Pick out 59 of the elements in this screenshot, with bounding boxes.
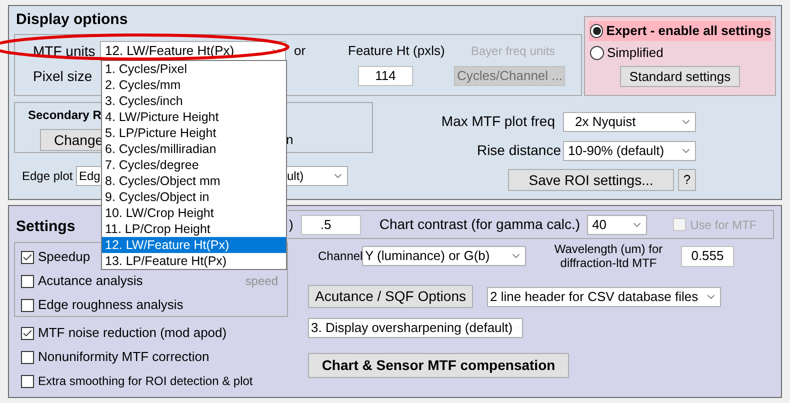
max-freq-select[interactable]: 2x Nyquist [563,112,696,132]
checkbox[interactable] [21,298,34,312]
field-label: Pixel size [33,66,94,86]
partial-text: speed [245,273,278,290]
dropdown-option[interactable]: 3. Cycles/inch [102,93,286,109]
dropdown-option[interactable]: 1. Cycles/Pixel [102,61,286,77]
dropdown-option[interactable]: 10. LW/Crop Height [102,205,286,221]
checkbox-label: Use for MTF [690,216,757,234]
dropdown-option[interactable]: 8. Cycles/Object mm [102,173,286,189]
dropdown-option[interactable]: 2. Cycles/mm [102,77,286,93]
dropdown-option[interactable]: 12. LW/Feature Ht(Px) [102,237,286,253]
chart-contrast-select[interactable]: 40 [587,214,648,234]
oversharpening-select[interactable]: 3. Display oversharpening (default) [308,318,523,338]
threshold-input[interactable]: .5 [301,214,362,234]
rise-distance-select[interactable]: 10-90% (default) [563,140,696,160]
field-label: Wavelength (um) for diffraction-ltd MTF [553,242,664,270]
field-label: Edge plot [22,168,74,185]
field-label: Chart contrast (for gamma calc.) [379,215,580,234]
dropdown-option[interactable]: 9. Cycles/Object in [102,189,286,205]
field-label: Feature Ht (pxls) [348,42,446,60]
channel-select[interactable]: Y (luminance) or G(b) [362,246,526,266]
dropdown-option[interactable]: 11. LP/Crop Height [102,221,286,237]
standard-settings-button[interactable]: Standard settings [620,66,740,87]
partial-text: n [286,131,294,150]
change-button[interactable]: Change [40,129,101,151]
dropdown-option[interactable]: 13. LP/Feature Ht(Px) [102,253,286,269]
group-title: Secondary R [28,107,102,124]
checkbox-label: Speedup [38,248,90,266]
field-label: Channel [318,248,362,265]
acutance-options-button[interactable]: Acutance / SQF Options [308,285,473,308]
panel-title: Settings [16,219,76,235]
field-label: Rise distance [476,141,561,160]
checkbox-label: Edge roughness analysis [38,296,184,314]
dropdown-option[interactable]: 5. LP/Picture Height [102,125,286,141]
mode-radio[interactable]: Simplified [589,43,771,63]
field-label: Bayer freq units [471,43,556,60]
checkbox[interactable] [21,350,34,364]
checkbox[interactable] [21,326,34,340]
checkbox-label: MTF noise reduction (mod apod) [38,324,227,342]
checkbox-label: Acutance analysis [38,272,143,290]
csv-header-select[interactable]: 2 line header for CSV database files [487,286,721,306]
partial-text: ) [289,216,294,234]
checkbox[interactable] [21,274,34,288]
dropdown-option[interactable]: 4. LW/Picture Height [102,109,286,125]
checkbox[interactable] [21,250,34,264]
compensation-button[interactable]: Chart & Sensor MTF compensation [308,353,569,378]
feature-height-input[interactable]: 114 [358,66,413,86]
mode-radio[interactable]: Expert - enable all settings [589,21,771,41]
checkbox-label: Nonuniformity MTF correction [38,348,210,366]
panel-title: Display options [15,10,129,30]
dropdown-option[interactable]: 6. Cycles/milliradian [102,141,286,157]
field-label: or [294,42,306,60]
field-label: Max MTF plot freq [441,112,555,131]
checkbox-label: Extra smoothing for ROI detection & plot [38,373,253,390]
help-button[interactable]: ? [678,169,696,191]
save-roi-button[interactable]: Save ROI settings... [508,169,674,191]
checkbox[interactable] [21,374,34,388]
dropdown-option[interactable]: 7. Cycles/degree [102,157,286,173]
wavelength-input[interactable]: 0.555 [681,246,734,266]
